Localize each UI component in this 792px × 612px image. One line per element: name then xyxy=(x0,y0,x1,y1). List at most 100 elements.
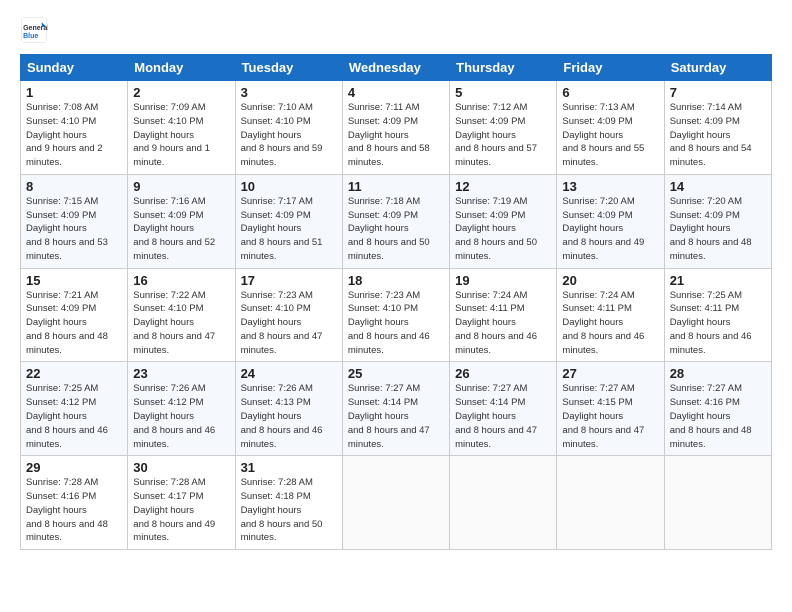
day-info: Sunrise: 7:28 AMSunset: 4:17 PMDaylight … xyxy=(133,477,215,543)
day-info: Sunrise: 7:25 AMSunset: 4:12 PMDaylight … xyxy=(26,383,108,449)
calendar-cell: 25 Sunrise: 7:27 AMSunset: 4:14 PMDaylig… xyxy=(342,362,449,456)
day-info: Sunrise: 7:20 AMSunset: 4:09 PMDaylight … xyxy=(562,196,644,262)
day-number: 25 xyxy=(348,366,444,381)
calendar-cell xyxy=(664,456,771,550)
calendar-cell: 3 Sunrise: 7:10 AMSunset: 4:10 PMDayligh… xyxy=(235,81,342,175)
day-info: Sunrise: 7:15 AMSunset: 4:09 PMDaylight … xyxy=(26,196,108,262)
day-info: Sunrise: 7:23 AMSunset: 4:10 PMDaylight … xyxy=(348,290,430,356)
weekday-header-thursday: Thursday xyxy=(450,55,557,81)
calendar-week-3: 15 Sunrise: 7:21 AMSunset: 4:09 PMDaylig… xyxy=(21,268,772,362)
calendar-cell: 19 Sunrise: 7:24 AMSunset: 4:11 PMDaylig… xyxy=(450,268,557,362)
calendar-cell: 9 Sunrise: 7:16 AMSunset: 4:09 PMDayligh… xyxy=(128,174,235,268)
day-number: 29 xyxy=(26,460,122,475)
day-info: Sunrise: 7:11 AMSunset: 4:09 PMDaylight … xyxy=(348,102,430,168)
calendar-week-5: 29 Sunrise: 7:28 AMSunset: 4:16 PMDaylig… xyxy=(21,456,772,550)
day-info: Sunrise: 7:20 AMSunset: 4:09 PMDaylight … xyxy=(670,196,752,262)
logo-icon: General Blue xyxy=(20,16,48,44)
weekday-header-friday: Friday xyxy=(557,55,664,81)
day-number: 19 xyxy=(455,273,551,288)
calendar-cell: 6 Sunrise: 7:13 AMSunset: 4:09 PMDayligh… xyxy=(557,81,664,175)
calendar-cell: 27 Sunrise: 7:27 AMSunset: 4:15 PMDaylig… xyxy=(557,362,664,456)
day-number: 26 xyxy=(455,366,551,381)
day-info: Sunrise: 7:26 AMSunset: 4:13 PMDaylight … xyxy=(241,383,323,449)
day-info: Sunrise: 7:27 AMSunset: 4:16 PMDaylight … xyxy=(670,383,752,449)
calendar-cell: 22 Sunrise: 7:25 AMSunset: 4:12 PMDaylig… xyxy=(21,362,128,456)
day-number: 1 xyxy=(26,85,122,100)
calendar-cell: 10 Sunrise: 7:17 AMSunset: 4:09 PMDaylig… xyxy=(235,174,342,268)
day-number: 16 xyxy=(133,273,229,288)
calendar-cell xyxy=(450,456,557,550)
header: General Blue xyxy=(20,16,772,44)
day-number: 23 xyxy=(133,366,229,381)
day-number: 20 xyxy=(562,273,658,288)
calendar-cell: 2 Sunrise: 7:09 AMSunset: 4:10 PMDayligh… xyxy=(128,81,235,175)
day-number: 8 xyxy=(26,179,122,194)
day-info: Sunrise: 7:26 AMSunset: 4:12 PMDaylight … xyxy=(133,383,215,449)
calendar-cell xyxy=(557,456,664,550)
day-info: Sunrise: 7:23 AMSunset: 4:10 PMDaylight … xyxy=(241,290,323,356)
calendar-week-4: 22 Sunrise: 7:25 AMSunset: 4:12 PMDaylig… xyxy=(21,362,772,456)
day-number: 14 xyxy=(670,179,766,194)
day-number: 31 xyxy=(241,460,337,475)
calendar-cell: 7 Sunrise: 7:14 AMSunset: 4:09 PMDayligh… xyxy=(664,81,771,175)
day-number: 30 xyxy=(133,460,229,475)
day-number: 22 xyxy=(26,366,122,381)
day-info: Sunrise: 7:18 AMSunset: 4:09 PMDaylight … xyxy=(348,196,430,262)
calendar-cell: 11 Sunrise: 7:18 AMSunset: 4:09 PMDaylig… xyxy=(342,174,449,268)
weekday-header-monday: Monday xyxy=(128,55,235,81)
calendar-cell: 30 Sunrise: 7:28 AMSunset: 4:17 PMDaylig… xyxy=(128,456,235,550)
day-info: Sunrise: 7:19 AMSunset: 4:09 PMDaylight … xyxy=(455,196,537,262)
calendar-cell: 23 Sunrise: 7:26 AMSunset: 4:12 PMDaylig… xyxy=(128,362,235,456)
day-number: 13 xyxy=(562,179,658,194)
weekday-header-tuesday: Tuesday xyxy=(235,55,342,81)
day-info: Sunrise: 7:13 AMSunset: 4:09 PMDaylight … xyxy=(562,102,644,168)
weekday-header-saturday: Saturday xyxy=(664,55,771,81)
calendar-week-1: 1 Sunrise: 7:08 AMSunset: 4:10 PMDayligh… xyxy=(21,81,772,175)
calendar-cell: 4 Sunrise: 7:11 AMSunset: 4:09 PMDayligh… xyxy=(342,81,449,175)
logo: General Blue xyxy=(20,16,50,44)
day-number: 6 xyxy=(562,85,658,100)
day-info: Sunrise: 7:14 AMSunset: 4:09 PMDaylight … xyxy=(670,102,752,168)
calendar-cell: 26 Sunrise: 7:27 AMSunset: 4:14 PMDaylig… xyxy=(450,362,557,456)
day-number: 10 xyxy=(241,179,337,194)
day-info: Sunrise: 7:22 AMSunset: 4:10 PMDaylight … xyxy=(133,290,215,356)
calendar-cell: 28 Sunrise: 7:27 AMSunset: 4:16 PMDaylig… xyxy=(664,362,771,456)
day-info: Sunrise: 7:21 AMSunset: 4:09 PMDaylight … xyxy=(26,290,108,356)
day-info: Sunrise: 7:08 AMSunset: 4:10 PMDaylight … xyxy=(26,102,103,168)
calendar-cell: 15 Sunrise: 7:21 AMSunset: 4:09 PMDaylig… xyxy=(21,268,128,362)
day-number: 21 xyxy=(670,273,766,288)
calendar-cell: 8 Sunrise: 7:15 AMSunset: 4:09 PMDayligh… xyxy=(21,174,128,268)
day-number: 7 xyxy=(670,85,766,100)
calendar-cell: 5 Sunrise: 7:12 AMSunset: 4:09 PMDayligh… xyxy=(450,81,557,175)
day-info: Sunrise: 7:12 AMSunset: 4:09 PMDaylight … xyxy=(455,102,537,168)
day-info: Sunrise: 7:27 AMSunset: 4:14 PMDaylight … xyxy=(348,383,430,449)
calendar-cell: 13 Sunrise: 7:20 AMSunset: 4:09 PMDaylig… xyxy=(557,174,664,268)
calendar-cell: 29 Sunrise: 7:28 AMSunset: 4:16 PMDaylig… xyxy=(21,456,128,550)
calendar-cell: 17 Sunrise: 7:23 AMSunset: 4:10 PMDaylig… xyxy=(235,268,342,362)
weekday-header-wednesday: Wednesday xyxy=(342,55,449,81)
day-info: Sunrise: 7:24 AMSunset: 4:11 PMDaylight … xyxy=(562,290,644,356)
day-number: 12 xyxy=(455,179,551,194)
calendar-cell: 21 Sunrise: 7:25 AMSunset: 4:11 PMDaylig… xyxy=(664,268,771,362)
calendar-cell: 16 Sunrise: 7:22 AMSunset: 4:10 PMDaylig… xyxy=(128,268,235,362)
day-number: 18 xyxy=(348,273,444,288)
calendar-header-row: SundayMondayTuesdayWednesdayThursdayFrid… xyxy=(21,55,772,81)
day-number: 11 xyxy=(348,179,444,194)
day-number: 9 xyxy=(133,179,229,194)
day-info: Sunrise: 7:28 AMSunset: 4:16 PMDaylight … xyxy=(26,477,108,543)
weekday-header-sunday: Sunday xyxy=(21,55,128,81)
day-info: Sunrise: 7:17 AMSunset: 4:09 PMDaylight … xyxy=(241,196,323,262)
calendar-cell: 20 Sunrise: 7:24 AMSunset: 4:11 PMDaylig… xyxy=(557,268,664,362)
day-number: 3 xyxy=(241,85,337,100)
calendar-cell: 14 Sunrise: 7:20 AMSunset: 4:09 PMDaylig… xyxy=(664,174,771,268)
calendar: SundayMondayTuesdayWednesdayThursdayFrid… xyxy=(20,54,772,550)
day-info: Sunrise: 7:25 AMSunset: 4:11 PMDaylight … xyxy=(670,290,752,356)
day-info: Sunrise: 7:24 AMSunset: 4:11 PMDaylight … xyxy=(455,290,537,356)
page: General Blue SundayMondayTuesdayWednesda… xyxy=(0,0,792,612)
calendar-cell: 1 Sunrise: 7:08 AMSunset: 4:10 PMDayligh… xyxy=(21,81,128,175)
day-number: 4 xyxy=(348,85,444,100)
day-info: Sunrise: 7:27 AMSunset: 4:14 PMDaylight … xyxy=(455,383,537,449)
day-number: 17 xyxy=(241,273,337,288)
svg-text:Blue: Blue xyxy=(23,33,38,40)
calendar-cell: 24 Sunrise: 7:26 AMSunset: 4:13 PMDaylig… xyxy=(235,362,342,456)
